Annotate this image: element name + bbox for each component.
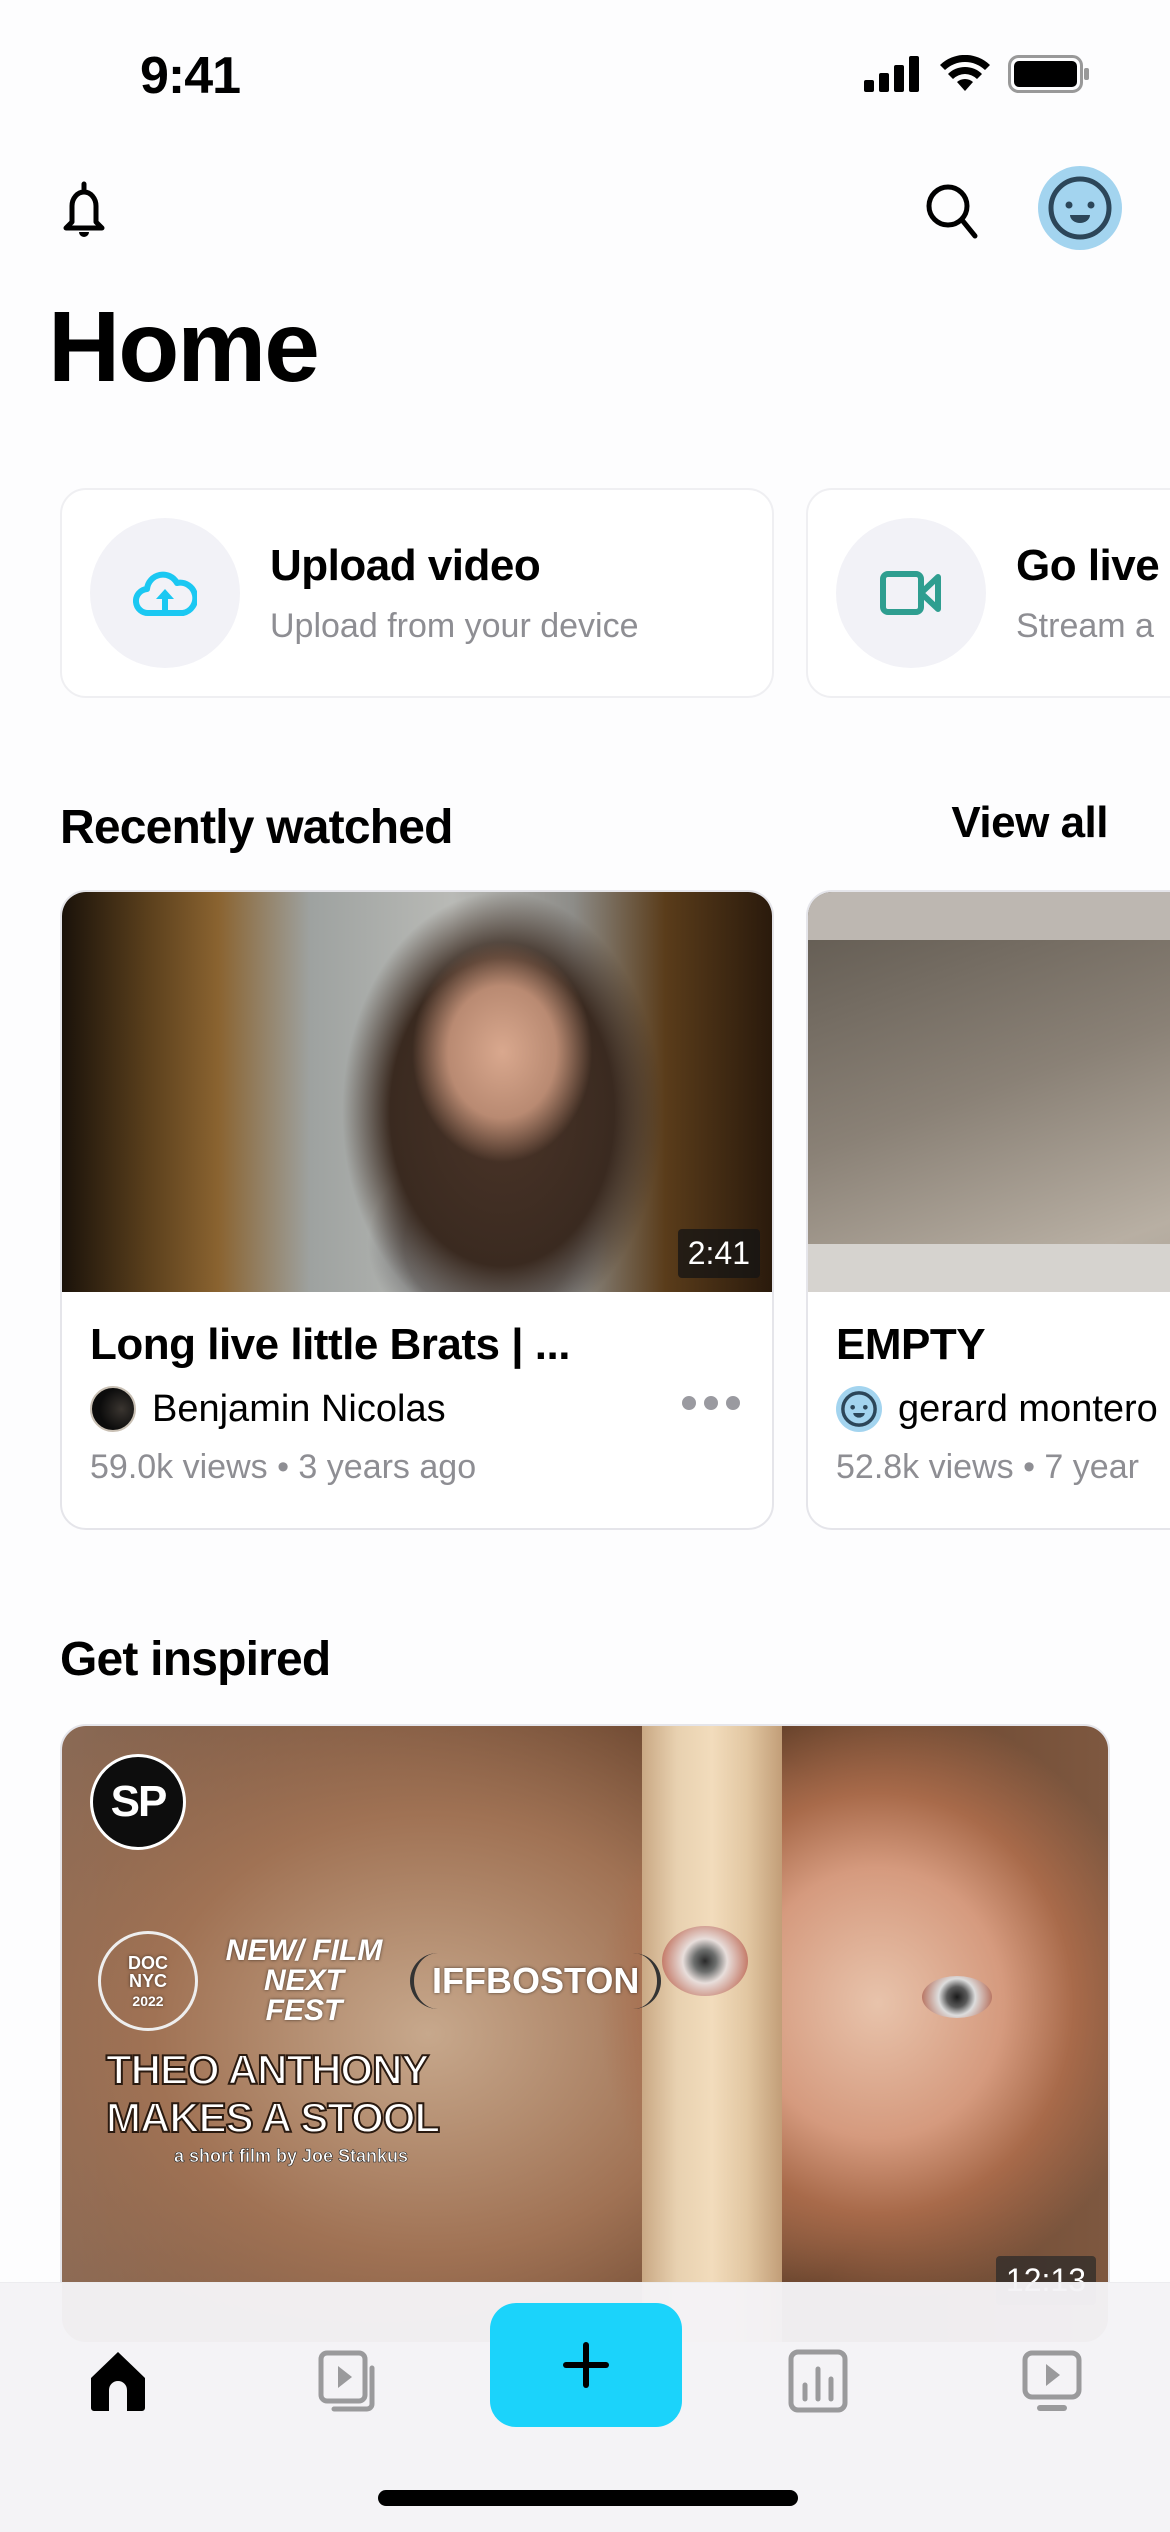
analytics-icon	[788, 2349, 848, 2413]
laurel-new-next: NEW/ FILM NEXT FEST	[225, 1934, 383, 2027]
channel-name: gerard montero	[898, 1387, 1158, 1430]
recently-watched-carousel: 2:41 Long live little Brats | ... Benjam…	[60, 890, 1170, 1530]
film-title: THEO ANTHONY MAKES A STOOL	[105, 2045, 441, 2143]
channel-avatar	[90, 1386, 136, 1432]
laurel-text: 2022	[132, 1993, 164, 2009]
search-icon	[926, 184, 978, 239]
film-subtitle: a short film by Joe Stankus	[174, 2146, 409, 2167]
video-card[interactable]: EMPTY gerard montero 52.8k views • 7 yea…	[806, 890, 1170, 1530]
home-icon	[91, 2352, 145, 2411]
add-button[interactable]	[490, 2303, 682, 2427]
thumbnail-eye	[662, 1926, 748, 1996]
tab-analytics[interactable]	[778, 2341, 858, 2421]
cellular-signal-icon	[864, 56, 919, 92]
action-subtitle: Stream a	[1016, 606, 1154, 645]
laurel-text: DOC	[128, 1953, 168, 1973]
tab-library[interactable]	[308, 2341, 388, 2421]
film-title-line: MAKES A STOOL	[105, 2093, 441, 2142]
action-title: Go live	[1016, 540, 1160, 590]
tab-home[interactable]	[78, 2341, 158, 2421]
film-title-line: THEO ANTHONY	[105, 2045, 430, 2094]
video-duration: 2:41	[677, 1229, 760, 1278]
notifications-button[interactable]	[52, 178, 116, 242]
section-title-get-inspired: Get inspired	[60, 1633, 331, 1686]
video-title: EMPTY	[836, 1320, 986, 1369]
header	[0, 160, 1170, 260]
bell-icon	[63, 181, 105, 237]
dot	[682, 1396, 696, 1410]
view-all-link[interactable]: View all	[951, 798, 1108, 848]
upload-video-card[interactable]: Upload video Upload from your device	[60, 488, 774, 698]
cloud-upload-icon	[133, 571, 197, 617]
quick-actions: Upload video Upload from your device Go …	[60, 488, 1170, 698]
wifi-icon	[940, 55, 990, 91]
video-title: Long live little Brats | ...	[90, 1320, 570, 1369]
dot	[726, 1396, 740, 1410]
upload-icon-circle	[90, 518, 240, 668]
channel-logo: SP	[90, 1754, 186, 1850]
video-thumbnail[interactable]: 2:41	[62, 892, 772, 1292]
battery-icon	[1008, 55, 1089, 93]
go-live-icon-circle	[836, 518, 986, 668]
dot	[704, 1396, 718, 1410]
video-meta: 59.0k views • 3 years ago	[90, 1448, 477, 1486]
thumbnail-eye	[922, 1976, 992, 2018]
video-meta: 52.8k views • 7 year	[836, 1448, 1139, 1486]
status-icons	[864, 55, 1090, 93]
video-thumbnail[interactable]	[808, 892, 1170, 1292]
laurel-text: NYC	[128, 1971, 167, 1991]
video-camera-icon	[880, 571, 941, 615]
status-time: 9:41	[140, 47, 241, 105]
featured-video-card[interactable]: SP DOC NYC 2022 NEW/ FILM NEXT FEST IFFB…	[60, 1724, 1110, 2344]
smiley-avatar-icon	[841, 1391, 877, 1427]
plus-icon	[563, 2342, 609, 2388]
thumbnail-plank	[642, 1726, 782, 2342]
go-live-card[interactable]: Go live Stream a	[806, 488, 1170, 698]
laurel-doc-nyc: DOC NYC 2022	[98, 1931, 198, 2031]
channel-name: Benjamin Nicolas	[152, 1387, 446, 1430]
status-bar: 9:41	[0, 0, 1170, 150]
more-options-button[interactable]	[682, 1396, 740, 1410]
search-button[interactable]	[920, 178, 984, 242]
video-card[interactable]: 2:41 Long live little Brats | ... Benjam…	[60, 890, 774, 1530]
smiley-avatar-icon	[1048, 176, 1112, 240]
laurel-iffboston: IFFBOSTON	[410, 1953, 662, 2009]
video-library-icon	[318, 2350, 375, 2412]
festival-laurels: DOC NYC 2022 NEW/ FILM NEXT FEST IFFBOST…	[98, 1931, 662, 2031]
action-title: Upload video	[270, 540, 541, 590]
channel-avatar	[836, 1386, 882, 1432]
page-title: Home	[48, 291, 320, 403]
home-indicator	[378, 2490, 798, 2506]
section-title-recently-watched: Recently watched	[60, 801, 453, 854]
action-subtitle: Upload from your device	[270, 606, 639, 645]
tab-watch[interactable]	[1012, 2341, 1092, 2421]
tv-play-icon	[1022, 2350, 1082, 2411]
profile-avatar[interactable]	[1038, 166, 1122, 250]
